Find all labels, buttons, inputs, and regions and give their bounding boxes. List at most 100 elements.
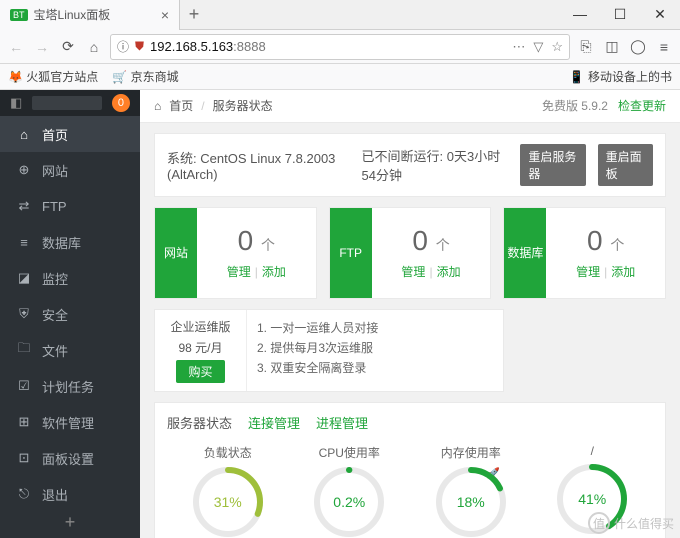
menu-label: 安全 [42,305,68,324]
sidebar-item-首页[interactable]: ⌂首页 [0,116,140,152]
card-title: 数据库 [504,208,546,298]
menu-icon: ≡ [16,235,32,250]
address-bar: ← → ⟳ ⌂ ⓘ ⛊ 192.168.5.163:8888 ⋯ ▽ ☆ ⎘ ◫… [0,30,680,64]
sidebar: ◧ 0 ⌂首页⊕网站⇄FTP ≡ 数据库 ◪ 监控 ⛨安全🗀文件☑计划任务⊞软件管理 ⊡ 面板… [0,90,140,538]
sidebar-item-退出[interactable]: ⎋ 退出 [0,476,140,512]
menu-icon: ⎋ [16,486,32,502]
version-label: 免费版 5.9.2 [542,97,608,114]
home-icon[interactable]: ⌂ [154,99,161,113]
restart-server-button[interactable]: 重启服务器 [520,144,585,186]
crumb-current: 服务器状态 [213,97,273,114]
menu-label: 网站 [42,161,68,180]
process-mgmt-link[interactable]: 进程管理 [316,413,368,432]
stat-card-网站: 网站0 个管理|添加 [154,207,317,299]
sidebar-item-面板设置[interactable]: ⊡ 面板设置 [0,440,140,476]
close-window-button[interactable]: ✕ [640,6,680,23]
gauge-title: 内存使用率 [441,444,501,461]
home-button[interactable]: ⌂ [84,37,104,57]
menu-label: 计划任务 [42,377,94,396]
info-icon[interactable]: ⓘ [117,38,129,55]
sidebar-item-安全[interactable]: ⛨安全 [0,296,140,332]
manage-link[interactable]: 管理 [401,263,425,280]
connection-mgmt-link[interactable]: 连接管理 [248,413,300,432]
collapse-icon[interactable]: ◧ [10,95,22,111]
gauge-title: 负载状态 [204,444,252,461]
gauge-内存使用率: 内存使用率🚀18%321/1762 (MB) [416,444,526,538]
uptime-label: 已不间断运行: 0天3小时54分钟 [362,146,509,184]
enterprise-promo: 企业运维版 98 元/月 购买 1. 一对一运维人员对接2. 提供每月3次运维服… [154,309,504,392]
menu-label: 数据库 [42,233,81,252]
sidebar-item-计划任务[interactable]: ☑计划任务 [0,368,140,404]
sidebar-add[interactable]: + [0,512,140,538]
url-text: 192.168.5.163:8888 [150,39,506,54]
sidebar-item-软件管理[interactable]: ⊞软件管理 [0,404,140,440]
sidebar-item-监控[interactable]: ◪ 监控 [0,260,140,296]
promo-line: 1. 一对一运维人员对接 [257,318,493,338]
bookmark-item[interactable]: 🦊 火狐官方站点 [8,68,98,85]
buy-button[interactable]: 购买 [176,360,224,383]
check-update-link[interactable]: 检查更新 [618,97,666,114]
sidebar-item-FTP[interactable]: ⇄FTP [0,188,140,224]
minimize-button[interactable]: — [560,6,600,23]
add-link[interactable]: 添加 [611,263,635,280]
menu-label: 监控 [42,269,68,288]
menu-label: 面板设置 [42,449,94,468]
reader-icon[interactable]: ▽ [533,39,543,55]
gauge-CPU使用率: CPU使用率0.2%6 核心 [294,444,404,538]
back-button[interactable]: ← [6,37,26,57]
sidebar-item-网站[interactable]: ⊕网站 [0,152,140,188]
gauge-ring: 31% [191,465,265,538]
new-tab-button[interactable]: + [180,4,208,25]
insecure-icon: ⛊ [135,39,144,54]
status-title: 服务器状态 [167,413,232,432]
tab-favicon: BT [10,9,28,21]
star-icon[interactable]: ☆ [551,39,563,55]
promo-line: 3. 双重安全隔离登录 [257,358,493,378]
forward-button[interactable]: → [32,37,52,57]
card-title: 网站 [155,208,197,298]
maximize-button[interactable]: ☐ [600,6,640,23]
menu-label: FTP [42,199,67,214]
url-input[interactable]: ⓘ ⛊ 192.168.5.163:8888 ⋯ ▽ ☆ [110,34,570,60]
crumb-home[interactable]: 首页 [169,97,193,114]
system-label: 系统: CentOS Linux 7.8.2003 (AltArch) [167,148,350,182]
gauge-ring: 🚀18% [434,465,508,538]
card-title: FTP [330,208,372,298]
gauge-负载状态: 负载状态31%运行正常 [173,444,283,538]
add-link[interactable]: 添加 [437,263,461,280]
sidebar-header: ◧ 0 [0,90,140,116]
menu-icon: ◪ [16,270,32,286]
stat-card-数据库: 数据库0 个管理|添加 [503,207,666,299]
bookmarks-bar: 🦊 火狐官方站点 🛒 京东商城 📱 移动设备上的书 [0,64,680,90]
restart-panel-button[interactable]: 重启面板 [598,144,653,186]
bookmark-item[interactable]: 🛒 京东商城 [112,68,178,85]
gauge-title: CPU使用率 [319,444,380,461]
library-icon[interactable]: ⎘ [576,37,596,57]
breadcrumb: ⌂ 首页 / 服务器状态 免费版 5.9.2 检查更新 [140,90,680,123]
sidebar-icon[interactable]: ◫ [602,37,622,57]
menu-icon: ⊡ [16,450,32,466]
manage-link[interactable]: 管理 [576,263,600,280]
watermark: 值 什么值得买 [588,512,674,534]
reload-button[interactable]: ⟳ [58,37,78,57]
gauge-value: 0.2% [312,465,386,538]
mobile-bookmarks[interactable]: 📱 移动设备上的书 [569,68,672,85]
manage-link[interactable]: 管理 [227,263,251,280]
browser-tab[interactable]: BT 宝塔Linux面板 × [0,0,180,30]
stat-card-FTP: FTP0 个管理|添加 [329,207,492,299]
promo-name: 企业运维版 [170,318,230,335]
account-icon[interactable]: ◯ [628,37,648,57]
sidebar-item-数据库[interactable]: ≡ 数据库 [0,224,140,260]
panel-name-blurred [32,96,102,110]
sidebar-item-文件[interactable]: 🗀文件 [0,332,140,368]
menu-label: 退出 [42,485,68,504]
system-info-panel: 系统: CentOS Linux 7.8.2003 (AltArch) 已不间断… [154,133,666,197]
more-icon[interactable]: ⋯ [512,39,525,55]
card-count: 0 个 [587,225,624,257]
add-link[interactable]: 添加 [262,263,286,280]
menu-label: 文件 [42,341,68,360]
watermark-logo: 值 [588,512,610,534]
notification-badge[interactable]: 0 [112,94,130,112]
menu-icon[interactable]: ≡ [654,37,674,57]
close-tab-icon[interactable]: × [161,7,169,23]
